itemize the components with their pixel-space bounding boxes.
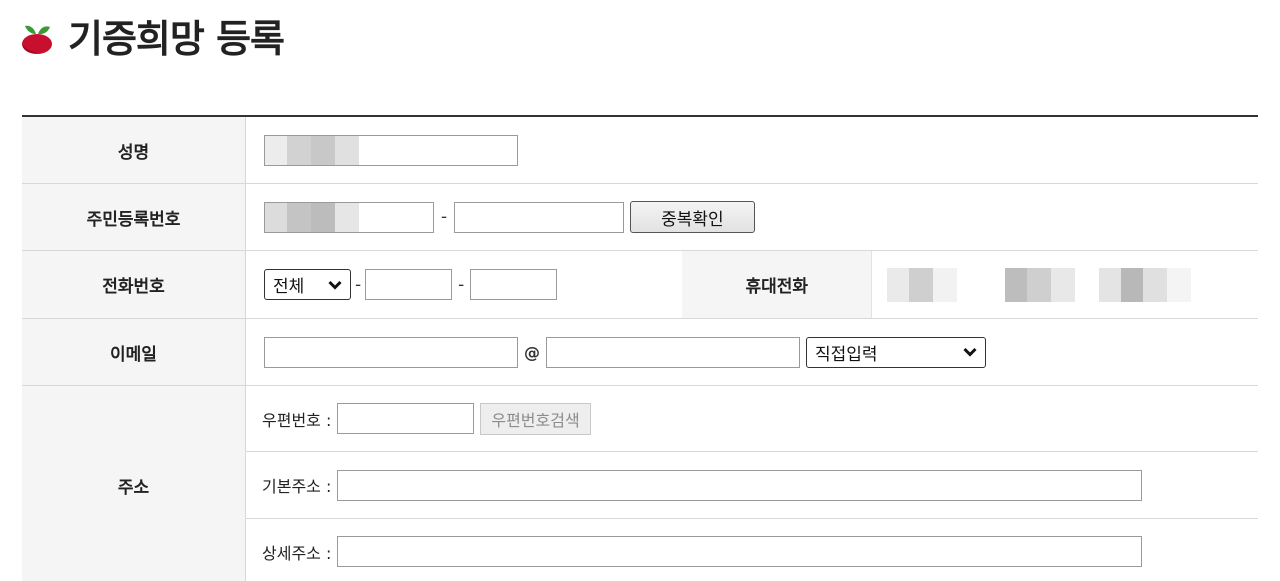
phone-middle-input[interactable] (365, 269, 453, 300)
phone-separator-2: - (458, 274, 465, 295)
phone-label: 전화번호 (22, 251, 246, 318)
base-address-line: 기본주소 : (246, 452, 1258, 519)
row-phone: 전화번호 전체 - - 휴대전화 (22, 251, 1258, 319)
zip-code-input[interactable] (337, 403, 475, 435)
base-address-input[interactable] (337, 469, 1143, 501)
email-local-input[interactable] (264, 336, 518, 368)
row-name: 성명 (22, 117, 1258, 184)
phone-area-select[interactable]: 전체 (264, 269, 351, 300)
name-label: 성명 (22, 117, 246, 183)
email-label: 이메일 (22, 319, 246, 385)
zip-code-search-button[interactable]: 우편번호검색 (480, 402, 591, 435)
address-label: 주소 (22, 386, 246, 581)
zip-code-label: 우편번호 : (262, 410, 332, 430)
zip-code-line: 우편번호 : 우편번호검색 (246, 386, 1258, 453)
donation-registration-form: 성명 주민등록번호 - 중복확인 전화번호 전체 - - 휴대전화 이메일 @ … (22, 115, 1258, 581)
resident-number-first-input[interactable] (264, 201, 434, 233)
row-email: 이메일 @ 직접입력 (22, 319, 1258, 386)
resident-number-separator: - (441, 207, 448, 227)
email-domain-input[interactable] (546, 336, 800, 368)
email-domain-select[interactable]: 직접입력 (806, 336, 986, 368)
page-title: 기증희망 등록 (68, 17, 285, 61)
resident-number-second-input[interactable] (454, 201, 625, 233)
phone-area-selected: 전체 (273, 277, 305, 297)
mobile-phone-value[interactable] (872, 251, 1192, 318)
sprout-berry-icon (22, 25, 52, 54)
base-address-label: 기본주소 : (262, 477, 332, 497)
detail-address-input[interactable] (337, 536, 1143, 568)
row-resident-number: 주민등록번호 - 중복확인 (22, 184, 1258, 251)
detail-address-line: 상세주소 : (246, 519, 1258, 581)
name-input[interactable] (264, 134, 518, 166)
email-domain-selected: 직접입력 (815, 344, 878, 365)
resident-number-label: 주민등록번호 (22, 184, 246, 250)
email-at-sign: @ (524, 342, 540, 362)
mobile-phone-masked-value (887, 267, 1192, 302)
row-address: 주소 우편번호 : 우편번호검색 기본주소 : 상세주소 : (22, 386, 1258, 581)
chevron-down-icon (963, 347, 977, 357)
phone-separator-1: - (355, 274, 362, 295)
detail-address-label: 상세주소 : (262, 543, 332, 563)
mobile-phone-label: 휴대전화 (682, 251, 873, 318)
duplicate-check-button[interactable]: 중복확인 (630, 201, 755, 233)
phone-last-input[interactable] (470, 269, 558, 300)
chevron-down-icon (328, 280, 342, 290)
page-header: 기증희망 등록 (20, 14, 285, 64)
